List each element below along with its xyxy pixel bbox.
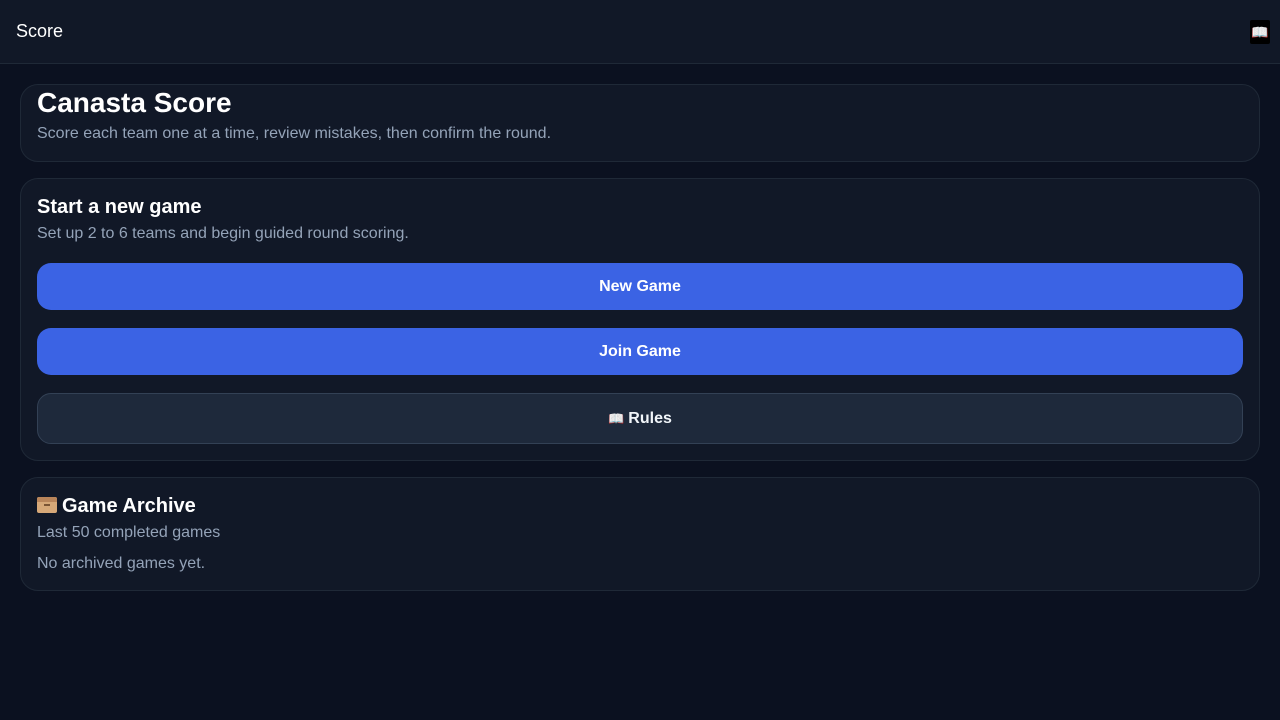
rules-button-label: Rules [628,409,672,427]
join-game-button[interactable]: Join Game [37,328,1243,375]
new-game-subtitle: Set up 2 to 6 teams and begin guided rou… [37,225,409,242]
new-game-button[interactable]: New Game [37,263,1243,310]
rules-button[interactable]: 📖 Rules [37,393,1243,444]
archive-empty-text: No archived games yet. [37,555,206,572]
archive-subtitle: Last 50 completed games [37,524,221,541]
header-card: Canasta Score Score each team one at a t… [20,84,1260,162]
page-title: Canasta Score [37,87,232,118]
archive-title: Game Archive [62,495,196,517]
app-title: Score [16,21,64,41]
new-game-title: Start a new game [37,196,202,218]
join-game-button-label: Join Game [599,342,681,360]
page-subtitle: Score each team one at a time, review mi… [37,125,552,142]
card-file-box-icon [37,497,57,513]
new-game-button-label: New Game [599,277,681,295]
new-game-card: Start a new game Set up 2 to 6 teams and… [20,178,1260,461]
archive-card: Game Archive Last 50 completed games No … [20,477,1260,591]
top-bar: Score 📖 [0,0,1280,64]
open-book-icon: 📖 [608,410,625,426]
main-content: Canasta Score Score each team one at a t… [0,64,1280,591]
open-book-icon[interactable]: 📖 [1250,19,1270,44]
archive-heading: Game Archive [37,494,1243,518]
